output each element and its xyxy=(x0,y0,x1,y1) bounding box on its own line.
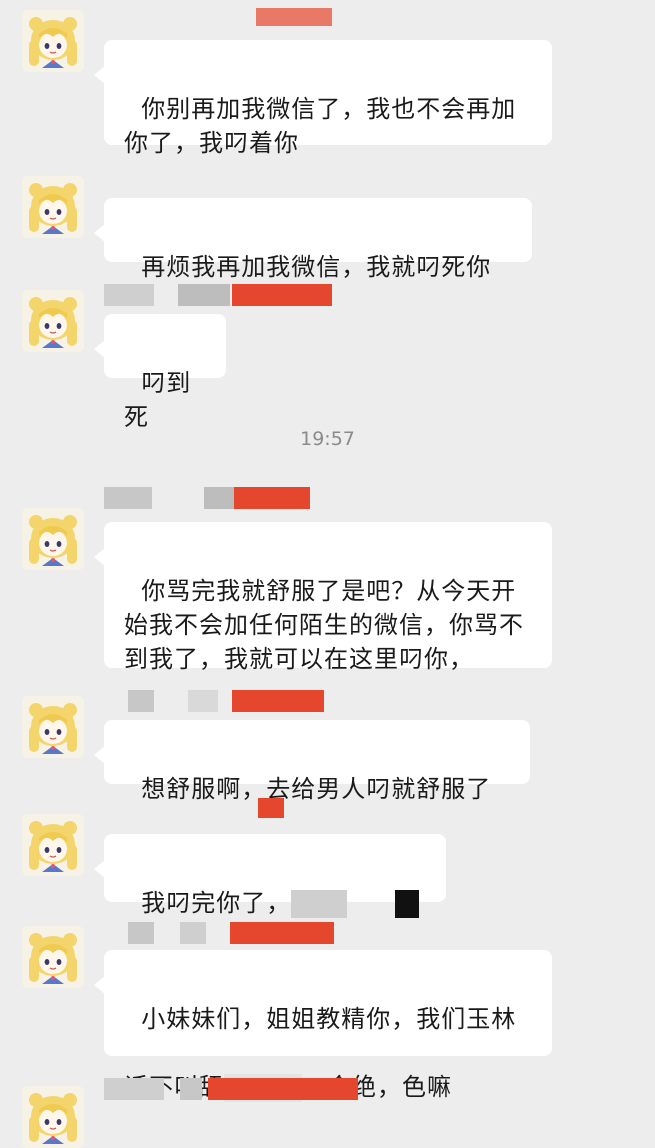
redacted-text xyxy=(291,890,348,918)
message-text: 你骂完我就舒服了是吧？从今天开始我不会加任何陌生的微信，你骂不到我了，我就可以在… xyxy=(124,577,524,673)
message-bubble[interactable]: 我叼完你了， xyxy=(94,834,446,918)
message-text: 叼到死 xyxy=(124,369,192,431)
avatar-icon xyxy=(22,508,84,570)
avatar-icon xyxy=(22,176,84,238)
sender-name-redacted xyxy=(104,1078,364,1100)
sender-avatar[interactable] xyxy=(22,290,84,352)
message-text-line1: 小妹妹们，姐姐教精你，我们玉林 xyxy=(141,1005,517,1033)
message-bubble[interactable]: 再烦我再加我微信，我就叼死你 xyxy=(94,198,532,281)
message-text: 我叼完你了， xyxy=(141,889,292,917)
sender-name-redacted xyxy=(258,798,318,820)
sender-avatar[interactable] xyxy=(22,926,84,988)
avatar-icon xyxy=(22,926,84,988)
redacted-text xyxy=(395,890,420,918)
sender-name-redacted xyxy=(104,487,314,509)
avatar-icon xyxy=(22,290,84,352)
sender-name-redacted xyxy=(128,922,348,944)
sender-name-redacted xyxy=(104,284,334,306)
sender-name-redacted xyxy=(256,8,336,30)
sender-avatar[interactable] xyxy=(22,696,84,758)
avatar-icon xyxy=(22,696,84,758)
timestamp: 19:57 xyxy=(300,428,355,450)
message-bubble[interactable]: 叼到死 xyxy=(94,314,226,431)
message-text: 你别再加我微信了，我也不会再加你了，我叼着你 xyxy=(124,95,517,157)
message-bubble[interactable]: 你骂完我就舒服了是吧？从今天开始我不会加任何陌生的微信，你骂不到我了，我就可以在… xyxy=(94,522,552,673)
sender-name-redacted xyxy=(128,690,328,712)
avatar-icon xyxy=(22,10,84,72)
sender-avatar[interactable] xyxy=(22,1086,84,1148)
sender-avatar[interactable] xyxy=(22,814,84,876)
sender-avatar[interactable] xyxy=(22,508,84,570)
message-bubble[interactable]: 想舒服啊，去给男人叼就舒服了 xyxy=(94,720,530,803)
avatar-icon xyxy=(22,814,84,876)
message-bubble[interactable]: 你别再加我微信了，我也不会再加你了，我叼着你 xyxy=(94,40,552,157)
sender-avatar[interactable] xyxy=(22,176,84,238)
message-text: 再烦我再加我微信，我就叼死你 xyxy=(141,253,492,281)
avatar-icon xyxy=(22,1086,84,1148)
sender-avatar[interactable] xyxy=(22,10,84,72)
message-bubble[interactable]: 小妹妹们，姐姐教精你，我们玉林 话不叫舔 ，含绝，色嘛 xyxy=(94,950,552,1102)
redacted-text xyxy=(347,890,395,918)
